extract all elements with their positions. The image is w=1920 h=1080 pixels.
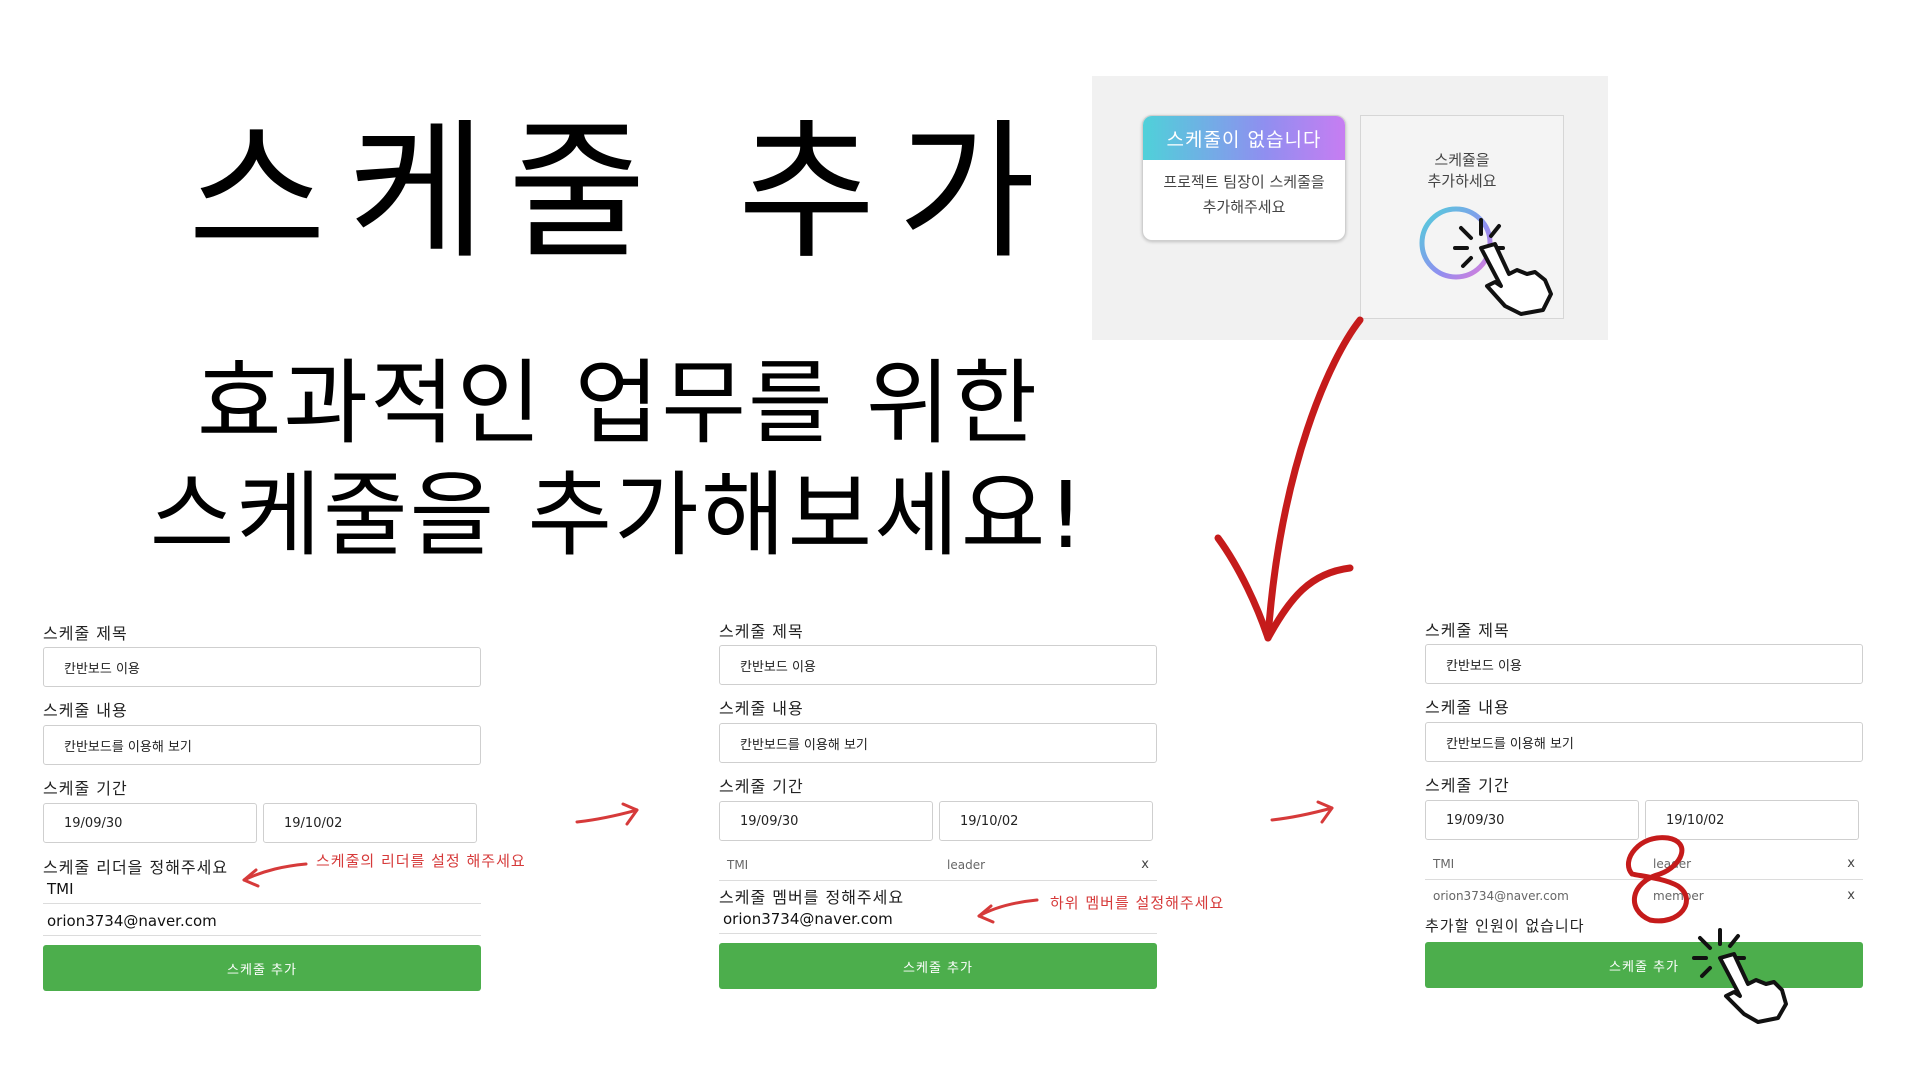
leader-label: 스케줄 리더을 정해주세요 [43, 858, 229, 877]
start-date-input[interactable]: 19/09/30 [1425, 800, 1639, 840]
hero-subtitle-line1: 효과적인 업무를 위한 [196, 350, 1040, 457]
red-arrow-icon [575, 802, 639, 826]
schedule-form-step2: 스케줄 제목 칸반보드 이용 스케줄 내용 칸반보드를 이용해 보기 스케줄 기… [719, 612, 1159, 992]
member-role: leader [947, 858, 986, 872]
remove-member-button[interactable]: x [1847, 888, 1855, 903]
divider [719, 933, 1157, 934]
content-input[interactable]: 칸반보드를 이용해 보기 [719, 723, 1157, 763]
content-label: 스케줄 내용 [43, 701, 128, 720]
no-more-members-text: 추가할 인원이 없습니다 [1425, 917, 1585, 935]
empty-schedule-card: 스케줄이 없습니다 프로젝트 팀장이 스케줄을 추가해주세요 [1142, 115, 1346, 241]
add-card-label: 스케쥴을 추가하세요 [1361, 150, 1563, 192]
title-label: 스케줄 제목 [1425, 621, 1510, 640]
red-arrow-icon [242, 862, 308, 888]
divider [43, 935, 481, 936]
pointer-hand-icon [1692, 928, 1788, 1024]
add-schedule-card[interactable]: 스케쥴을 추가하세요 [1360, 115, 1564, 319]
hero-title: 스케줄 추가 [188, 106, 1058, 280]
end-date-input[interactable]: 19/10/02 [939, 801, 1153, 841]
pointer-hand-icon [1453, 218, 1553, 316]
divider [43, 903, 481, 904]
title-input[interactable]: 칸반보드 이용 [719, 645, 1157, 685]
red-arrow-icon [977, 898, 1039, 924]
leader-option-email[interactable]: orion3734@naver.com [47, 912, 217, 930]
divider [719, 880, 1157, 881]
start-date-input[interactable]: 19/09/30 [43, 803, 257, 843]
content-input[interactable]: 칸반보드를 이용해 보기 [1425, 722, 1863, 762]
content-input[interactable]: 칸반보드를 이용해 보기 [43, 725, 481, 765]
hero-subtitle: 효과적인 업무를 위한 스케줄을 추가해보세요! [138, 348, 1098, 572]
member-row: TMI leader x [719, 850, 1157, 880]
member-label: 스케줄 멤버를 정해주세요 [719, 888, 905, 907]
schedule-form-step3: 스케줄 제목 칸반보드 이용 스케줄 내용 칸반보드를 이용해 보기 스케줄 기… [1425, 611, 1865, 991]
title-input[interactable]: 칸반보드 이용 [43, 647, 481, 687]
start-date-input[interactable]: 19/09/30 [719, 801, 933, 841]
period-label: 스케줄 기간 [43, 779, 128, 798]
member-annotation: 하위 멤버를 설정해주세요 [1050, 894, 1225, 912]
empty-card-body: 프로젝트 팀장이 스케줄을 추가해주세요 [1163, 173, 1325, 216]
content-label: 스케줄 내용 [719, 699, 804, 718]
member-name: TMI [727, 858, 749, 872]
member-name: TMI [1433, 857, 1455, 871]
schedule-form-step1: 스케줄 제목 칸반보드 이용 스케줄 내용 칸반보드를 이용해 보기 스케줄 기… [43, 614, 483, 994]
hero-subtitle-line2: 스케줄을 추가해보세요! [149, 462, 1087, 569]
period-label: 스케줄 기간 [719, 777, 804, 796]
member-name: orion3734@naver.com [1433, 889, 1569, 903]
title-label: 스케줄 제목 [719, 622, 804, 641]
title-label: 스케줄 제목 [43, 624, 128, 643]
period-label: 스케줄 기간 [1425, 776, 1510, 795]
add-card-label-line2: 추가하세요 [1427, 172, 1497, 190]
leader-annotation: 스케줄의 리더를 설정 해주세요 [316, 852, 526, 870]
content-label: 스케줄 내용 [1425, 698, 1510, 717]
end-date-input[interactable]: 19/10/02 [263, 803, 477, 843]
add-schedule-button[interactable]: 스케줄 추가 [719, 943, 1157, 989]
schedule-preview-panel: 스케줄이 없습니다 프로젝트 팀장이 스케줄을 추가해주세요 스케쥴을 추가하세… [1092, 76, 1608, 340]
empty-card-title: 스케줄이 없습니다 [1143, 116, 1345, 160]
member-option-email[interactable]: orion3734@naver.com [723, 910, 893, 928]
red-arrow-icon [1270, 800, 1334, 824]
add-schedule-button[interactable]: 스케줄 추가 [1425, 942, 1863, 988]
leader-option-tmi[interactable]: TMI [47, 880, 74, 898]
add-card-label-line1: 스케쥴을 [1434, 151, 1490, 169]
red-arrow-icon [1214, 316, 1364, 642]
title-input[interactable]: 칸반보드 이용 [1425, 644, 1863, 684]
add-schedule-button[interactable]: 스케줄 추가 [43, 945, 481, 991]
remove-member-button[interactable]: x [1141, 857, 1149, 872]
red-circle-mark-icon [1625, 835, 1689, 924]
remove-member-button[interactable]: x [1847, 856, 1855, 871]
